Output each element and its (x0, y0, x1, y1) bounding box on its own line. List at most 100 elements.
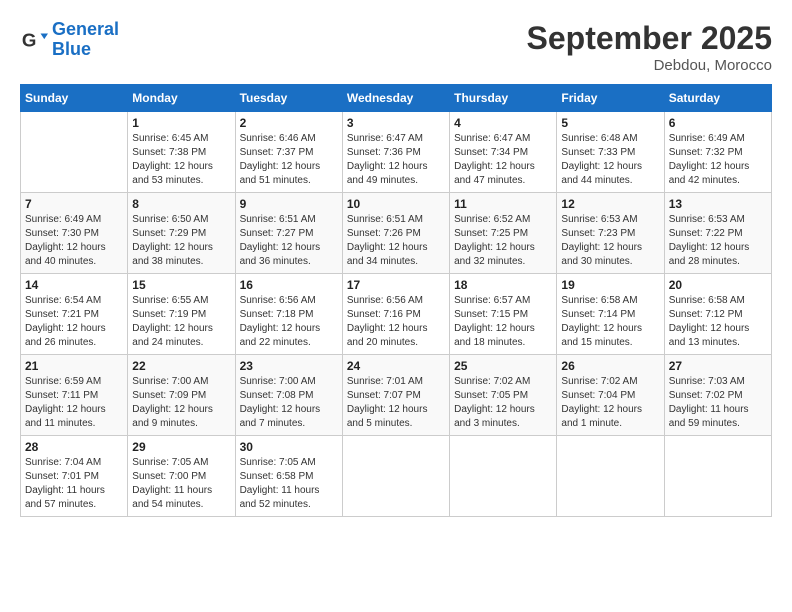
day-info: Sunrise: 6:53 AM Sunset: 7:23 PM Dayligh… (561, 213, 659, 269)
day-number: 13 (669, 197, 767, 211)
day-number: 22 (132, 359, 230, 373)
day-cell: 28Sunrise: 7:04 AM Sunset: 7:01 PM Dayli… (21, 436, 128, 517)
calendar-body: 1 Sunrise: 6:45 AM Sunset: 7:38 PM Daylig… (21, 112, 772, 517)
day-cell: 12 Sunrise: 6:53 AM Sunset: 7:23 PM Dayli… (557, 193, 664, 274)
day-cell: 16Sunrise: 6:56 AM Sunset: 7:18 PM Dayli… (235, 274, 342, 355)
day-number: 19 (561, 278, 659, 292)
day-number: 26 (561, 359, 659, 373)
day-number: 4 (454, 116, 552, 130)
day-info: Sunrise: 6:49 AM Sunset: 7:30 PM Dayligh… (25, 213, 123, 269)
day-info: Sunrise: 6:58 AM Sunset: 7:12 PM Dayligh… (669, 294, 767, 350)
day-cell: 5 Sunrise: 6:48 AM Sunset: 7:33 PM Daylig… (557, 112, 664, 193)
day-info: Sunrise: 6:50 AM Sunset: 7:29 PM Dayligh… (132, 213, 230, 269)
day-info: Sunrise: 6:51 AM Sunset: 7:26 PM Dayligh… (347, 213, 445, 269)
location-subtitle: Debdou, Morocco (527, 57, 772, 74)
day-cell: 20 Sunrise: 6:58 AM Sunset: 7:12 PM Dayli… (664, 274, 771, 355)
week-row-1: 1 Sunrise: 6:45 AM Sunset: 7:38 PM Daylig… (21, 112, 772, 193)
weekday-header-monday: Monday (128, 85, 235, 112)
day-cell: 2 Sunrise: 6:46 AM Sunset: 7:37 PM Daylig… (235, 112, 342, 193)
day-cell: 21Sunrise: 6:59 AM Sunset: 7:11 PM Dayli… (21, 355, 128, 436)
week-row-2: 7 Sunrise: 6:49 AM Sunset: 7:30 PM Daylig… (21, 193, 772, 274)
day-info: Sunrise: 6:46 AM Sunset: 7:37 PM Dayligh… (240, 132, 338, 188)
week-row-5: 28Sunrise: 7:04 AM Sunset: 7:01 PM Dayli… (21, 436, 772, 517)
day-cell: 15Sunrise: 6:55 AM Sunset: 7:19 PM Dayli… (128, 274, 235, 355)
svg-text:G: G (22, 29, 37, 50)
day-number: 11 (454, 197, 552, 211)
day-number: 7 (25, 197, 123, 211)
logo-icon: G (20, 26, 48, 54)
calendar-table: SundayMondayTuesdayWednesdayThursdayFrid… (20, 84, 772, 517)
weekday-header-friday: Friday (557, 85, 664, 112)
day-info: Sunrise: 6:52 AM Sunset: 7:25 PM Dayligh… (454, 213, 552, 269)
day-number: 28 (25, 440, 123, 454)
day-cell: 13 Sunrise: 6:53 AM Sunset: 7:22 PM Dayli… (664, 193, 771, 274)
day-number: 6 (669, 116, 767, 130)
day-number: 27 (669, 359, 767, 373)
day-info: Sunrise: 7:05 AM Sunset: 6:58 PM Dayligh… (240, 456, 338, 512)
day-number: 25 (454, 359, 552, 373)
page-header: G General Blue September 2025 Debdou, Mo… (20, 20, 772, 74)
weekday-header-wednesday: Wednesday (342, 85, 449, 112)
day-info: Sunrise: 6:57 AM Sunset: 7:15 PM Dayligh… (454, 294, 552, 350)
day-cell (342, 436, 449, 517)
month-title: September 2025 (527, 20, 772, 57)
day-number: 5 (561, 116, 659, 130)
day-cell: 11 Sunrise: 6:52 AM Sunset: 7:25 PM Dayli… (450, 193, 557, 274)
day-number: 20 (669, 278, 767, 292)
day-cell: 22 Sunrise: 7:00 AM Sunset: 7:09 PM Dayli… (128, 355, 235, 436)
day-info: Sunrise: 6:47 AM Sunset: 7:34 PM Dayligh… (454, 132, 552, 188)
day-info: Sunrise: 6:48 AM Sunset: 7:33 PM Dayligh… (561, 132, 659, 188)
day-info: Sunrise: 6:54 AM Sunset: 7:21 PM Dayligh… (25, 294, 123, 350)
day-info: Sunrise: 6:59 AM Sunset: 7:11 PM Dayligh… (25, 375, 123, 431)
day-info: Sunrise: 7:01 AM Sunset: 7:07 PM Dayligh… (347, 375, 445, 431)
day-cell: 26Sunrise: 7:02 AM Sunset: 7:04 PM Dayli… (557, 355, 664, 436)
day-cell (664, 436, 771, 517)
day-number: 16 (240, 278, 338, 292)
day-info: Sunrise: 7:05 AM Sunset: 7:00 PM Dayligh… (132, 456, 230, 512)
logo-line1: General (52, 19, 119, 39)
day-info: Sunrise: 6:56 AM Sunset: 7:16 PM Dayligh… (347, 294, 445, 350)
day-number: 3 (347, 116, 445, 130)
day-number: 14 (25, 278, 123, 292)
day-cell: 30 Sunrise: 7:05 AM Sunset: 6:58 PM Dayli… (235, 436, 342, 517)
logo: G General Blue (20, 20, 119, 60)
day-info: Sunrise: 6:53 AM Sunset: 7:22 PM Dayligh… (669, 213, 767, 269)
day-cell: 1 Sunrise: 6:45 AM Sunset: 7:38 PM Daylig… (128, 112, 235, 193)
weekday-header-sunday: Sunday (21, 85, 128, 112)
day-cell: 14 Sunrise: 6:54 AM Sunset: 7:21 PM Dayli… (21, 274, 128, 355)
day-cell: 19 Sunrise: 6:58 AM Sunset: 7:14 PM Dayli… (557, 274, 664, 355)
day-info: Sunrise: 6:49 AM Sunset: 7:32 PM Dayligh… (669, 132, 767, 188)
day-number: 1 (132, 116, 230, 130)
day-info: Sunrise: 7:00 AM Sunset: 7:09 PM Dayligh… (132, 375, 230, 431)
day-number: 23 (240, 359, 338, 373)
day-cell (557, 436, 664, 517)
day-cell: 10 Sunrise: 6:51 AM Sunset: 7:26 PM Dayli… (342, 193, 449, 274)
day-number: 18 (454, 278, 552, 292)
day-info: Sunrise: 6:45 AM Sunset: 7:38 PM Dayligh… (132, 132, 230, 188)
logo-text: General Blue (52, 20, 119, 60)
day-number: 8 (132, 197, 230, 211)
weekday-header-row: SundayMondayTuesdayWednesdayThursdayFrid… (21, 85, 772, 112)
day-number: 12 (561, 197, 659, 211)
day-cell (21, 112, 128, 193)
day-number: 30 (240, 440, 338, 454)
day-cell: 25 Sunrise: 7:02 AM Sunset: 7:05 PM Dayli… (450, 355, 557, 436)
day-cell: 8 Sunrise: 6:50 AM Sunset: 7:29 PM Daylig… (128, 193, 235, 274)
day-info: Sunrise: 6:55 AM Sunset: 7:19 PM Dayligh… (132, 294, 230, 350)
day-cell: 3Sunrise: 6:47 AM Sunset: 7:36 PM Daylig… (342, 112, 449, 193)
day-number: 10 (347, 197, 445, 211)
day-number: 2 (240, 116, 338, 130)
day-cell: 27Sunrise: 7:03 AM Sunset: 7:02 PM Dayli… (664, 355, 771, 436)
logo-line2: Blue (52, 39, 91, 59)
weekday-header-tuesday: Tuesday (235, 85, 342, 112)
weekday-header-thursday: Thursday (450, 85, 557, 112)
day-cell: 17 Sunrise: 6:56 AM Sunset: 7:16 PM Dayli… (342, 274, 449, 355)
day-info: Sunrise: 6:58 AM Sunset: 7:14 PM Dayligh… (561, 294, 659, 350)
day-cell: 4 Sunrise: 6:47 AM Sunset: 7:34 PM Daylig… (450, 112, 557, 193)
day-info: Sunrise: 6:51 AM Sunset: 7:27 PM Dayligh… (240, 213, 338, 269)
week-row-3: 14 Sunrise: 6:54 AM Sunset: 7:21 PM Dayli… (21, 274, 772, 355)
day-info: Sunrise: 7:02 AM Sunset: 7:05 PM Dayligh… (454, 375, 552, 431)
day-cell: 24Sunrise: 7:01 AM Sunset: 7:07 PM Dayli… (342, 355, 449, 436)
day-number: 17 (347, 278, 445, 292)
day-cell: 29Sunrise: 7:05 AM Sunset: 7:00 PM Dayli… (128, 436, 235, 517)
